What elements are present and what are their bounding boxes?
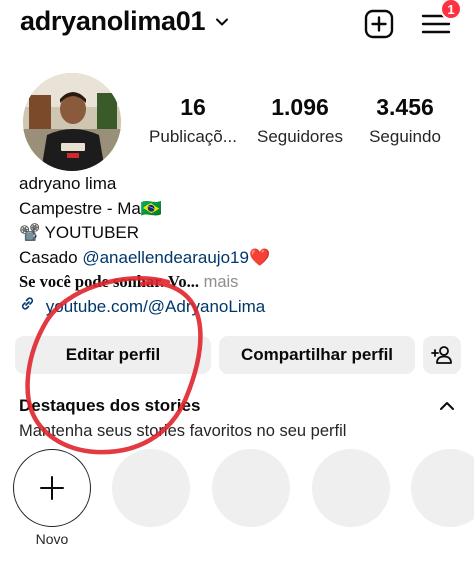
partner-mention-link[interactable]: @anaellendearaujo19 bbox=[82, 248, 249, 267]
following-count: 3.456 bbox=[376, 94, 434, 120]
bio-relationship-prefix: Casado bbox=[19, 247, 83, 267]
highlight-placeholder bbox=[411, 449, 474, 527]
account-switcher[interactable]: adryanolima01 bbox=[20, 6, 229, 37]
youtube-link[interactable]: youtube.com/@AdryanoLima bbox=[19, 295, 459, 320]
top-bar: adryanolima01 1 bbox=[0, 0, 474, 48]
posts-label: Publicaçõ... bbox=[149, 127, 237, 146]
highlights-title: Destaques dos stories bbox=[19, 396, 201, 415]
new-post-icon[interactable] bbox=[364, 9, 394, 39]
highlight-placeholder bbox=[112, 449, 190, 527]
edit-profile-button[interactable]: Editar perfil bbox=[15, 336, 211, 374]
followers-stat[interactable]: 1.096 Seguidores bbox=[250, 94, 350, 147]
avatar[interactable] bbox=[23, 73, 121, 171]
highlight-placeholder bbox=[312, 449, 390, 527]
link-icon bbox=[21, 297, 34, 310]
profile-photo bbox=[23, 73, 121, 171]
heart-emoji: ❤️ bbox=[248, 247, 271, 267]
discover-people-button[interactable] bbox=[423, 336, 461, 374]
bio-quote-text: Se você pode sonhar. Vo... bbox=[19, 272, 200, 292]
notification-badge: 1 bbox=[440, 0, 462, 20]
add-person-icon bbox=[431, 346, 452, 364]
bio-more-link[interactable]: mais bbox=[199, 273, 239, 291]
posts-count: 16 bbox=[180, 94, 206, 120]
highlight-placeholder bbox=[212, 449, 290, 527]
plus-icon bbox=[40, 476, 64, 500]
posts-stat[interactable]: 16 Publicaçõ... bbox=[142, 94, 244, 147]
new-highlight-button[interactable] bbox=[13, 449, 91, 527]
following-label: Seguindo bbox=[369, 127, 441, 146]
bio-quote: Se você pode sonhar. Vo... mais bbox=[19, 270, 459, 295]
followers-label: Seguidores bbox=[256, 127, 343, 146]
share-profile-button[interactable]: Compartilhar perfil bbox=[219, 336, 415, 374]
highlights-subtitle: Mantenha seus stories favoritos no seu p… bbox=[19, 422, 347, 440]
chevron-down-icon bbox=[216, 18, 229, 25]
youtube-link-text: youtube.com/@AdryanoLima bbox=[45, 296, 266, 316]
following-stat[interactable]: 3.456 Seguindo bbox=[360, 94, 450, 147]
bio-relationship: Casado @anaellendearaujo19❤️ bbox=[19, 246, 459, 271]
followers-count: 1.096 bbox=[271, 94, 329, 120]
bio-location: Campestre - Ma🇧🇷 bbox=[19, 198, 163, 218]
bio-occupation: 📽️ YOUTUBER bbox=[19, 223, 140, 243]
profile-bio: adryano lima Campestre - Ma🇧🇷 📽️ YOUTUBE… bbox=[19, 172, 459, 320]
new-highlight-label: Novo bbox=[35, 531, 69, 547]
chevron-up-icon[interactable] bbox=[437, 398, 457, 414]
profile-name: adryano lima bbox=[19, 174, 117, 193]
username-label: adryanolima01 bbox=[20, 6, 206, 36]
